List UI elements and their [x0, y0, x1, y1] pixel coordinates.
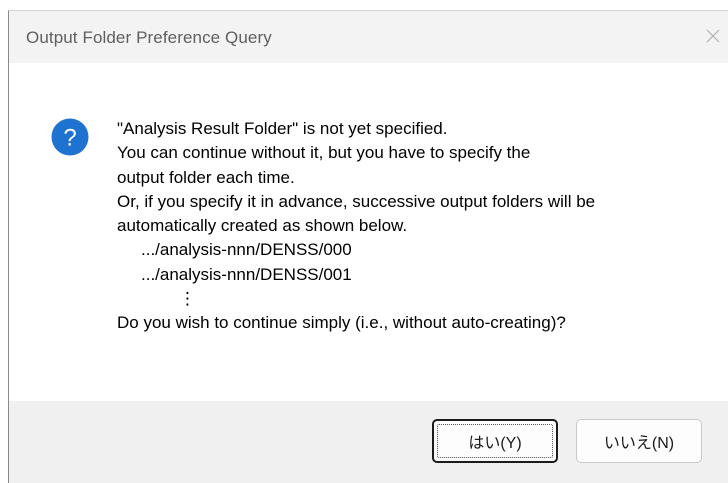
example-path: .../analysis-nnn/DENSS/000: [141, 240, 352, 260]
dialog-body: ? "Analysis Result Folder" is not yet sp…: [9, 63, 728, 401]
dialog-message: "Analysis Result Folder" is not yet spec…: [117, 117, 717, 335]
message-line: Or, if you specify it in advance, succes…: [117, 191, 596, 211]
message-line: automatically created as shown below.: [117, 216, 408, 236]
page: Output Folder Preference Query ? "Analys…: [0, 0, 728, 483]
question-icon: ?: [51, 118, 89, 156]
svg-text:?: ?: [63, 125, 76, 152]
example-path: .../analysis-nnn/DENSS/001: [141, 264, 352, 284]
yes-button[interactable]: はい(Y): [432, 419, 558, 463]
message-line: "Analysis Result Folder" is not yet spec…: [117, 119, 448, 138]
dialog-question: Do you wish to continue simply (i.e., wi…: [117, 313, 566, 333]
close-icon: [706, 29, 720, 43]
continuation-dots: ⋮: [179, 289, 196, 309]
title-bar[interactable]: Output Folder Preference Query: [9, 11, 728, 63]
message-line: You can continue without it, but you hav…: [117, 143, 531, 163]
dialog-title: Output Folder Preference Query: [26, 28, 272, 47]
close-button[interactable]: [700, 23, 726, 49]
no-button-label: いいえ(N): [603, 435, 675, 452]
yes-button-label: はい(Y): [468, 435, 522, 452]
background-strip: [0, 0, 728, 10]
no-button[interactable]: いいえ(N): [576, 419, 702, 463]
button-bar: はい(Y) いいえ(N): [9, 401, 728, 483]
message-dialog: Output Folder Preference Query ? "Analys…: [8, 10, 728, 483]
message-line: output folder each time.: [117, 167, 295, 187]
